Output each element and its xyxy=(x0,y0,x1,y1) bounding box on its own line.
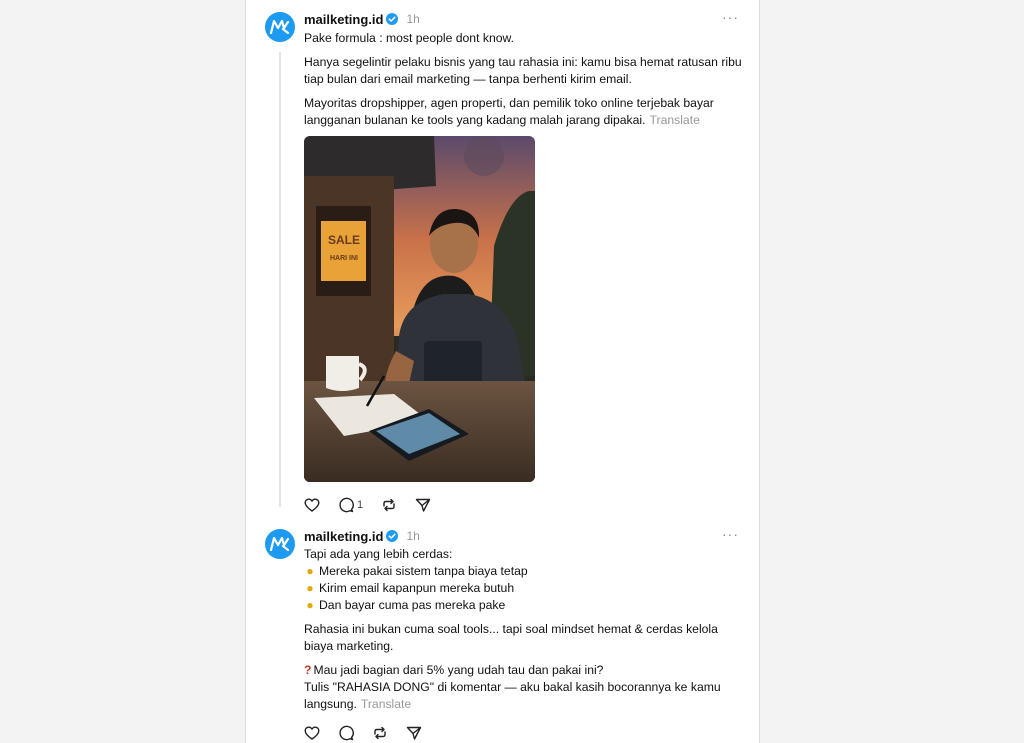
post-image[interactable]: SALE HARI INI xyxy=(304,136,535,482)
post-text: Tapi ada yang lebih cerdas: ● Mereka paka… xyxy=(304,546,744,720)
post-paragraph: Rahasia ini bukan cuma soal tools... tap… xyxy=(304,622,718,653)
repost-button[interactable] xyxy=(381,497,397,513)
threads-feed: mailketing.id 1h ··· Pake formula : most… xyxy=(245,0,760,743)
post-actions: 1 xyxy=(304,497,449,513)
send-icon xyxy=(415,498,431,512)
comment-icon xyxy=(339,497,354,513)
sale-sign-line2: HARI INI xyxy=(330,255,358,262)
bullet-item: Kirim email kapanpun mereka butuh xyxy=(319,581,515,595)
verified-badge-icon xyxy=(386,13,399,25)
reply-button[interactable] xyxy=(338,725,354,741)
sale-sign-line1: SALE xyxy=(328,233,360,247)
like-button[interactable] xyxy=(304,497,320,513)
post-header: mailketing.id 1h xyxy=(304,527,420,545)
post-time: 1h xyxy=(406,12,420,26)
share-button[interactable] xyxy=(415,497,431,513)
username[interactable]: mailketing.id xyxy=(304,529,383,544)
lightbulb-icon: ● xyxy=(306,581,314,595)
post-paragraph: Tapi ada yang lebih cerdas: ● Mereka paka… xyxy=(304,546,744,614)
heart-icon xyxy=(304,498,320,512)
like-button[interactable] xyxy=(304,725,320,741)
mailketing-logo-icon xyxy=(270,20,290,34)
post-paragraph: Hanya segelintir pelaku bisnis yang tau … xyxy=(304,55,742,86)
verified-badge-icon xyxy=(386,530,399,542)
post-photo-illustration: SALE HARI INI xyxy=(304,136,535,482)
question-mark-icon: ? xyxy=(304,663,312,677)
reply-button[interactable]: 1 xyxy=(338,497,363,513)
bullet-item: Mereka pakai sistem tanpa biaya tetap xyxy=(319,564,528,578)
avatar[interactable] xyxy=(265,12,295,42)
avatar[interactable] xyxy=(265,529,295,559)
username[interactable]: mailketing.id xyxy=(304,12,383,27)
post-header: mailketing.id 1h xyxy=(304,10,420,28)
translate-link[interactable]: Translate xyxy=(650,113,700,127)
bullet-item: Dan bayar cuma pas mereka pake xyxy=(319,598,506,612)
mailketing-logo-icon xyxy=(270,537,290,551)
thread-connector-line xyxy=(279,52,281,507)
post-time: 1h xyxy=(406,529,420,543)
post-paragraph: ? Mau jadi bagian dari 5% yang udah tau d… xyxy=(304,662,744,713)
lightbulb-icon: ● xyxy=(306,564,314,578)
more-options-button[interactable]: ··· xyxy=(722,9,739,25)
post-text: Pake formula : most people dont know. Ha… xyxy=(304,30,744,136)
heart-icon xyxy=(304,726,320,740)
post-intro: Tapi ada yang lebih cerdas: xyxy=(304,547,453,561)
post-paragraph: Mayoritas dropshipper, agen properti, da… xyxy=(304,95,744,129)
repost-icon xyxy=(374,726,386,740)
post-paragraph: Pake formula : most people dont know. xyxy=(304,31,515,45)
translate-link[interactable]: Translate xyxy=(361,697,411,711)
more-options-button[interactable]: ··· xyxy=(722,526,739,542)
post-question: Mau jadi bagian dari 5% yang udah tau da… xyxy=(313,663,604,677)
send-icon xyxy=(406,726,422,740)
comment-icon xyxy=(339,725,354,741)
repost-icon xyxy=(383,498,395,512)
share-button[interactable] xyxy=(406,725,422,741)
reply-count: 1 xyxy=(357,499,364,511)
post-actions xyxy=(304,725,440,741)
repost-button[interactable] xyxy=(372,725,388,741)
lightbulb-icon: ● xyxy=(306,598,314,612)
